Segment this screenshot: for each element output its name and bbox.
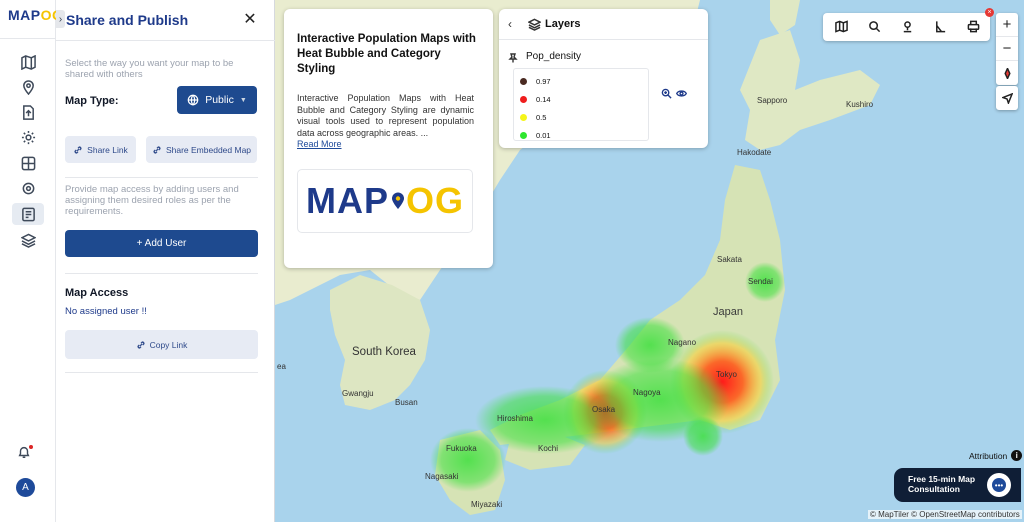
mapog-logo: MAP OG <box>297 169 473 233</box>
avatar[interactable]: A <box>16 478 35 497</box>
map-type-label: Map Type: <box>65 95 119 107</box>
layer-legend: 0.97 0.14 0.5 0.01 <box>513 68 649 141</box>
share-list-icon[interactable] <box>12 203 44 225</box>
no-assigned-user-text: No assigned user !! <box>65 306 147 317</box>
location-pin-icon <box>391 192 404 209</box>
map-type-select[interactable]: Public ▼ <box>177 86 257 114</box>
map-copyright[interactable]: © MapTiler © OpenStreetMap contributors <box>868 510 1022 519</box>
map-label-south-korea: South Korea <box>352 346 416 358</box>
layers-header: ‹ Layers <box>499 9 708 40</box>
locate-control <box>996 86 1018 110</box>
map-label-osaka: Osaka <box>592 405 616 414</box>
zoom-controls: + − <box>996 13 1018 85</box>
legend-item: 0.97 <box>520 75 551 87</box>
panel-title: Share and Publish <box>66 12 189 28</box>
map-toolbar <box>823 13 990 41</box>
legend-item: 0.01 <box>520 129 551 141</box>
pin-layer-icon[interactable] <box>508 52 518 63</box>
share-embedded-map-button[interactable]: Share Embedded Map <box>146 136 257 163</box>
measure-icon[interactable] <box>934 20 948 34</box>
map-label-sakata: Sakata <box>717 255 742 264</box>
share-link-button[interactable]: Share Link <box>65 136 136 163</box>
map-label-fukuoka: Fukuoka <box>446 444 477 453</box>
access-hint-text: Provide map access by adding users and a… <box>65 184 239 217</box>
info-icon: i <box>1011 450 1023 461</box>
link-icon <box>74 145 82 154</box>
read-more-link[interactable]: Read More <box>297 139 342 149</box>
notification-bell-icon[interactable] <box>17 445 37 463</box>
copy-link-button[interactable]: Copy Link <box>65 330 258 359</box>
attribution-toggle[interactable]: Attribution i <box>969 450 1023 461</box>
layers-icon <box>527 18 542 31</box>
map-access-label: Map Access <box>65 287 129 299</box>
visibility-eye-icon[interactable] <box>675 88 688 100</box>
legend-item: 0.14 <box>520 93 551 105</box>
print-icon[interactable] <box>967 20 981 34</box>
layers-icon[interactable] <box>12 229 44 251</box>
collapse-panel-button[interactable]: › <box>56 10 65 28</box>
info-card-title: Interactive Population Maps with Heat Bu… <box>297 33 476 75</box>
layers-title: Layers <box>545 18 581 30</box>
section-divider <box>65 177 258 178</box>
map-label-tokyo: Tokyo <box>716 370 737 379</box>
rail-divider <box>0 38 56 39</box>
close-toolbar-icon[interactable]: × <box>985 8 994 17</box>
map-label-nagoya: Nagoya <box>633 388 661 397</box>
upload-file-icon[interactable] <box>12 101 44 123</box>
map-label-busan: Busan <box>395 398 418 407</box>
map-label-sapporo: Sapporo <box>757 96 788 105</box>
map-label-sea-fragment: ea <box>277 362 286 371</box>
map-label-kochi: Kochi <box>538 444 559 453</box>
map-label-nagano: Nagano <box>668 338 697 347</box>
compass-icon[interactable] <box>996 61 1018 85</box>
layer-name[interactable]: Pop_density <box>526 51 581 62</box>
map-info-card: Interactive Population Maps with Heat Bu… <box>284 9 493 268</box>
info-card-description: Interactive Population Maps with Heat Bu… <box>297 93 474 138</box>
map-label-hiroshima: Hiroshima <box>497 414 534 423</box>
gear-icon[interactable] <box>12 177 44 199</box>
add-user-button[interactable]: + Add User <box>65 230 258 257</box>
link-icon <box>153 145 161 154</box>
dashboard-icon[interactable] <box>12 152 44 174</box>
location-pin-icon[interactable] <box>12 76 44 98</box>
settings-icon[interactable] <box>12 126 44 148</box>
navigation-arrow-icon[interactable] <box>996 86 1018 110</box>
search-icon[interactable] <box>868 20 882 34</box>
section-divider <box>65 372 258 373</box>
map-type-value: Public <box>205 94 234 106</box>
map-label-sendai: Sendai <box>748 277 773 286</box>
chevron-down-icon: ▼ <box>239 96 247 104</box>
zoom-in-button[interactable]: + <box>996 13 1018 37</box>
consultation-text: Free 15-min Map Consultation <box>908 474 976 494</box>
legend-item: 0.5 <box>520 111 546 123</box>
layers-panel: ‹ Layers Pop_density 0.97 0.14 0.5 0.01 <box>499 9 708 148</box>
map-label-miyazaki: Miyazaki <box>471 500 503 509</box>
chat-icon: ••• <box>992 478 1006 492</box>
share-hint-text: Select the way you want your map to be s… <box>65 58 234 80</box>
section-divider <box>65 273 258 274</box>
consultation-widget[interactable]: Free 15-min Map Consultation ••• <box>894 468 1021 502</box>
link-icon <box>137 340 145 349</box>
basemap-icon[interactable] <box>835 20 849 34</box>
icon-rail: MAPOG A <box>0 0 63 522</box>
close-icon[interactable]: ✕ <box>242 10 258 28</box>
notification-dot <box>29 445 33 449</box>
map-label-nagasaki: Nagasaki <box>425 472 459 481</box>
map-label-kushiro: Kushiro <box>846 100 874 109</box>
location-marker-icon[interactable] <box>901 20 915 34</box>
panel-divider <box>56 40 275 41</box>
chat-button[interactable]: ••• <box>987 473 1011 497</box>
zoom-to-layer-icon[interactable] <box>661 88 673 100</box>
chevron-left-icon[interactable]: ‹ <box>508 17 512 31</box>
zoom-out-button[interactable]: − <box>996 37 1018 61</box>
heat-bubble <box>683 416 723 456</box>
map-label-hakodate: Hakodate <box>737 148 772 157</box>
map-label-gwangju: Gwangju <box>342 389 374 398</box>
heat-bubble <box>430 428 506 492</box>
map-label-japan: Japan <box>713 306 743 318</box>
globe-icon <box>187 94 199 106</box>
map-icon[interactable] <box>12 51 44 73</box>
